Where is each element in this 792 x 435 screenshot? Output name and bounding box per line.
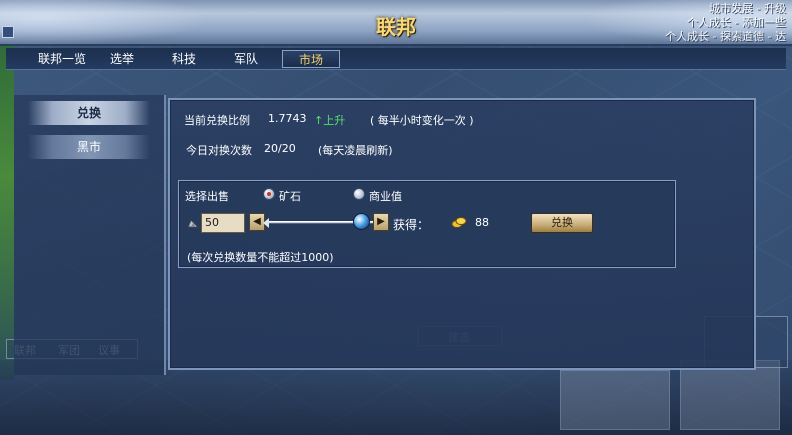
close-icon[interactable] (2, 26, 14, 38)
exchange-count-label: 今日对换次数 (186, 144, 252, 157)
exchange-box: 选择出售 矿石 商业值 50 ◀ ▶ 获得： 88 兑换 (每次兑换数量不能超过… (178, 180, 676, 268)
tab-army[interactable]: 军队 (224, 50, 268, 68)
tab-federation-overview[interactable]: 联邦一览 (32, 50, 92, 68)
corner-line: 城市发展 - 升级 (709, 2, 786, 15)
rate-note: ( 每半小时变化一次 ) (370, 114, 474, 127)
gold-coins-icon (451, 217, 467, 228)
corner-line: 个人成长 - 探索道德 - 达 (665, 30, 786, 43)
exchange-count-value: 20/20 (264, 142, 296, 155)
sell-label: 选择出售 (185, 190, 229, 203)
tab-bar: 联邦一览 选举 科技 军队 市场 (6, 48, 786, 70)
side-item-exchange[interactable]: 兑换 (28, 101, 150, 125)
rate-value: 1.7743 (268, 112, 307, 125)
gain-label: 获得： (393, 218, 430, 232)
option-ore-label: 矿石 (279, 190, 301, 203)
ore-icon (187, 219, 199, 228)
limit-note: (每次兑换数量不能超过1000) (187, 251, 334, 264)
radio-ore[interactable] (263, 188, 275, 200)
map-terrain-strip (0, 40, 14, 380)
side-menu: 兑换 黑市 (14, 95, 166, 375)
tab-election[interactable]: 选举 (100, 50, 144, 68)
rate-trend: ↑上升 (314, 114, 346, 127)
corner-notices: 城市发展 - 升级 个人成长 - 添加一些 个人成长 - 探索道德 - 达 (665, 2, 786, 44)
max-button[interactable]: ▶ (373, 213, 389, 231)
gain-value: 88 (475, 216, 489, 229)
tab-market[interactable]: 市场 (282, 50, 340, 68)
side-item-black-market[interactable]: 黑市 (28, 135, 150, 159)
quantity-slider-thumb[interactable] (353, 213, 370, 230)
tab-technology[interactable]: 科技 (162, 50, 206, 68)
market-panel: 当前兑换比例 1.7743 ↑上升 ( 每半小时变化一次 ) 今日对换次数 20… (168, 98, 756, 370)
radio-commerce[interactable] (353, 188, 365, 200)
corner-line: 个人成长 - 添加一些 (687, 16, 786, 29)
rate-label: 当前兑换比例 (184, 114, 250, 127)
exchange-button[interactable]: 兑换 (531, 213, 593, 233)
option-commerce-label: 商业值 (369, 190, 402, 203)
title-bar: 联邦 城市发展 - 升级 个人成长 - 添加一些 个人成长 - 探索道德 - 达 (0, 0, 792, 46)
quantity-input[interactable]: 50 (201, 213, 245, 233)
exchange-count-note: (每天凌晨刷新) (318, 144, 393, 157)
